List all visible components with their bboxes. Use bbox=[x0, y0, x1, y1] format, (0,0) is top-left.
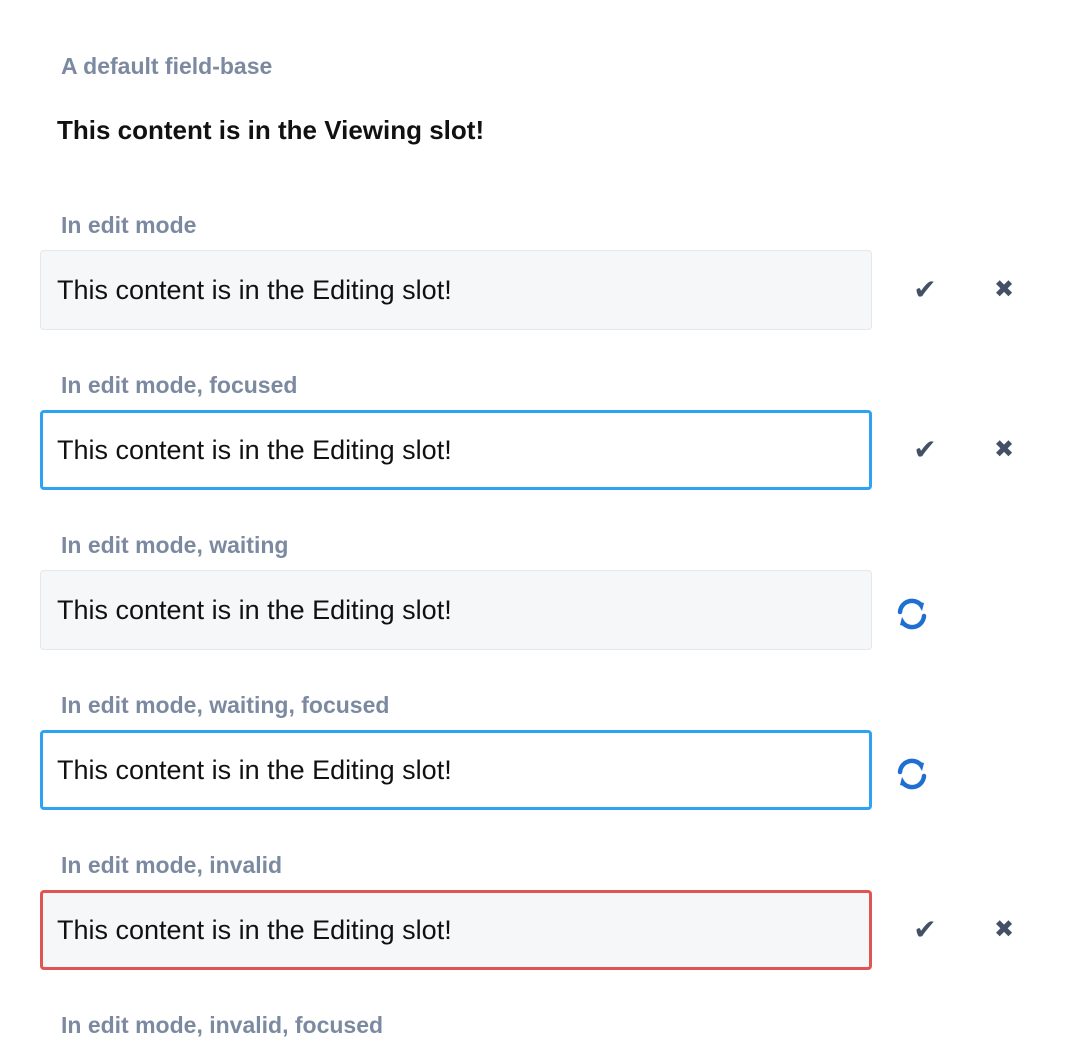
refresh-icon bbox=[890, 592, 934, 636]
viewing-slot-content[interactable]: This content is in the Viewing slot! bbox=[57, 114, 484, 146]
editing-field-waiting[interactable]: This content is in the Editing slot! bbox=[40, 570, 872, 650]
section-label-edit-waiting: In edit mode, waiting bbox=[61, 532, 289, 558]
close-icon[interactable]: ✖ bbox=[984, 910, 1024, 950]
editing-field-invalid[interactable]: This content is in the Editing slot! bbox=[40, 890, 872, 970]
editing-field-waiting-focused[interactable]: This content is in the Editing slot! bbox=[40, 730, 872, 810]
editing-field-focused[interactable]: This content is in the Editing slot! bbox=[40, 410, 872, 490]
check-icon[interactable]: ✔ bbox=[905, 430, 945, 470]
section-label-edit-focused: In edit mode, focused bbox=[61, 372, 298, 398]
check-icon[interactable]: ✔ bbox=[905, 270, 945, 310]
field-base-demo-page: A default field-base This content is in … bbox=[0, 0, 1078, 1048]
section-label-edit: In edit mode bbox=[61, 212, 197, 238]
check-icon[interactable]: ✔ bbox=[905, 910, 945, 950]
close-icon[interactable]: ✖ bbox=[984, 270, 1024, 310]
section-label-edit-invalid: In edit mode, invalid bbox=[61, 852, 283, 878]
section-label-edit-invalid-focused: In edit mode, invalid, focused bbox=[61, 1012, 384, 1038]
refresh-icon bbox=[890, 752, 934, 796]
close-icon[interactable]: ✖ bbox=[984, 430, 1024, 470]
editing-field[interactable]: This content is in the Editing slot! bbox=[40, 250, 872, 330]
section-label-default: A default field-base bbox=[61, 53, 273, 79]
section-label-edit-waiting-focused: In edit mode, waiting, focused bbox=[61, 692, 390, 718]
